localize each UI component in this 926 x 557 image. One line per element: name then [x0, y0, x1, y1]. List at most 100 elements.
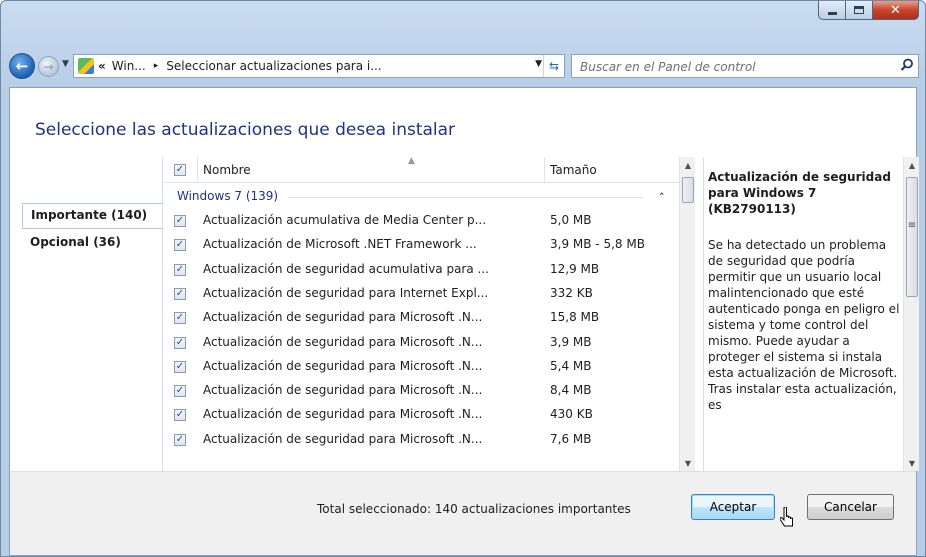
list-item[interactable]: ✓ Actualización de Microsoft .NET Framewo… [163, 233, 679, 257]
updates-list: ✓ Nombre ▲ Tamaño Windows 7 (139) ˄ ✓ Act… [163, 157, 679, 471]
sort-ascending-icon: ▲ [408, 157, 415, 166]
details-title: Actualización de seguridad para Windows … [708, 170, 891, 216]
breadcrumb-windows-update[interactable]: Win... [112, 59, 146, 73]
update-name: Actualización de seguridad para Microsof… [203, 358, 483, 373]
group-header[interactable]: Windows 7 (139) ˄ [163, 186, 679, 206]
group-label: Windows 7 (139) [177, 189, 279, 203]
search-icon[interactable] [900, 58, 914, 72]
scroll-up-icon[interactable]: ▲ [904, 157, 920, 173]
update-size: 3,9 MB [550, 334, 592, 349]
list-item[interactable]: ✓ Actualización de seguridad para Microso… [163, 355, 679, 379]
scroll-down-icon[interactable]: ▼ [904, 455, 920, 471]
breadcrumb-overflow[interactable]: « [98, 59, 106, 73]
list-item[interactable]: ✓ Actualización acumulativa de Media Cent… [163, 209, 679, 233]
update-checkbox[interactable]: ✓ [174, 385, 186, 398]
hand-cursor-icon [780, 507, 793, 527]
minimize-button[interactable] [818, 1, 846, 20]
update-name: Actualización de seguridad para Microsof… [203, 383, 483, 398]
update-size: 332 KB [550, 285, 593, 300]
caption-buttons: ✕ [818, 1, 919, 21]
update-checkbox[interactable]: ✓ [174, 263, 186, 276]
update-size: 12,9 MB [550, 261, 600, 276]
address-dropdown-icon[interactable]: ▼ [535, 59, 542, 69]
update-checkbox[interactable]: ✓ [174, 336, 186, 349]
search-input[interactable] [578, 56, 892, 78]
address-bar[interactable]: « Win... ▸ Seleccionar actualizaciones p… [73, 54, 565, 78]
arrow-right-icon: → [43, 59, 54, 74]
list-scrollbar[interactable]: ▲ ▼ [679, 157, 695, 471]
update-size: 15,8 MB [550, 310, 600, 325]
list-item[interactable]: ✓ Actualización de seguridad para Microso… [163, 428, 679, 452]
arrow-left-icon: ← [15, 57, 29, 75]
category-optional[interactable]: Opcional (36) [30, 235, 121, 249]
update-checkbox[interactable]: ✓ [174, 215, 186, 227]
list-item[interactable]: ✓ Actualización de seguridad para Microso… [163, 403, 679, 427]
column-name-label: Nombre [203, 162, 251, 177]
column-header-name[interactable]: Nombre ▲ [198, 157, 545, 182]
update-checkbox[interactable]: ✓ [174, 287, 186, 300]
minimize-icon [827, 12, 837, 15]
column-size-label: Tamaño [550, 162, 597, 177]
group-divider [288, 197, 643, 198]
category-important[interactable]: Importante (140) [22, 203, 162, 229]
details-description: Se ha detectado un problema de seguridad… [708, 238, 900, 412]
maximize-icon [854, 6, 864, 14]
scroll-up-icon[interactable]: ▲ [680, 157, 696, 173]
update-checkbox[interactable]: ✓ [174, 433, 186, 446]
maximize-button[interactable] [846, 1, 873, 20]
details-scrollbar[interactable]: ▲ ≡ ▼ [903, 157, 919, 471]
scroll-grip-icon: ≡ [907, 219, 917, 231]
accept-button[interactable]: Aceptar [691, 494, 775, 520]
details-scroll-thumb[interactable] [906, 177, 918, 297]
update-name: Actualización de seguridad para Internet… [203, 285, 489, 300]
forward-button[interactable]: → [38, 56, 59, 77]
control-panel-icon [78, 58, 94, 74]
scroll-down-icon[interactable]: ▼ [680, 455, 696, 471]
category-sidebar: Importante (140) Opcional (36) [10, 157, 162, 471]
list-header: ✓ Nombre ▲ Tamaño [163, 157, 679, 183]
update-name: Actualización acumulativa de Media Cente… [203, 213, 487, 227]
update-size: 7,6 MB [550, 431, 592, 446]
update-checkbox[interactable]: ✓ [174, 409, 186, 422]
list-item[interactable]: ✓ Actualización de seguridad para Microso… [163, 306, 679, 330]
refresh-icon: ⇆ [548, 59, 560, 73]
update-name: Actualización de Microsoft .NET Framewor… [203, 237, 477, 252]
update-name: Actualización de seguridad para Microsof… [203, 310, 483, 325]
list-item[interactable]: ✓ Actualización de seguridad para Microso… [163, 379, 679, 403]
close-button[interactable]: ✕ [873, 1, 919, 20]
update-size: 430 KB [550, 407, 593, 422]
list-item[interactable]: ✓ Actualización de seguridad para Interne… [163, 282, 679, 306]
refresh-button[interactable]: ⇆ [543, 55, 564, 77]
back-button[interactable]: ← [9, 53, 35, 79]
update-name: Actualización de seguridad para Microsof… [203, 407, 483, 422]
search-box [571, 54, 919, 78]
total-selected-text: Total seleccionado: 140 actualizaciones … [317, 502, 631, 516]
update-name: Actualización de seguridad acumulativa p… [203, 261, 489, 276]
update-name: Actualización de seguridad para Microsof… [203, 431, 483, 446]
select-all-checkbox[interactable]: ✓ [174, 163, 186, 176]
recent-pages-button[interactable]: ▼ [62, 59, 69, 69]
content-area: Seleccione las actualizaciones que desea… [9, 87, 919, 556]
cancel-button[interactable]: Cancelar [807, 494, 894, 520]
navigation-bar: ← → ▼ « Win... ▸ Seleccionar actualizaci… [9, 51, 919, 81]
list-item[interactable]: ✓ Actualización de seguridad acumulativa … [163, 258, 679, 282]
page-title: Seleccione las actualizaciones que desea… [35, 120, 456, 140]
update-checkbox[interactable]: ✓ [174, 312, 186, 325]
header-select-all-cell: ✓ [163, 157, 198, 182]
update-size: 3,9 MB - 5,8 MB [550, 237, 645, 252]
breadcrumb-select-updates[interactable]: Seleccionar actualizaciones para i... [166, 59, 381, 73]
close-icon: ✕ [890, 2, 901, 18]
list-item[interactable]: ✓ Actualización de seguridad para Microso… [163, 331, 679, 355]
update-checkbox[interactable]: ✓ [174, 360, 186, 373]
footer-bar: Total seleccionado: 140 actualizaciones … [10, 471, 916, 555]
collapse-group-icon[interactable]: ˄ [659, 191, 665, 204]
chevron-down-icon: ▼ [62, 59, 69, 69]
list-scroll-thumb[interactable] [682, 177, 694, 203]
update-checkbox[interactable]: ✓ [174, 239, 186, 252]
update-name: Actualización de seguridad para Microsof… [203, 334, 483, 349]
breadcrumb-separator-icon[interactable]: ▸ [154, 61, 159, 71]
column-header-size[interactable]: Tamaño [545, 157, 679, 182]
update-size: 5,0 MB [550, 213, 592, 227]
update-size: 8,4 MB [550, 383, 592, 398]
update-size: 5,4 MB [550, 358, 592, 373]
